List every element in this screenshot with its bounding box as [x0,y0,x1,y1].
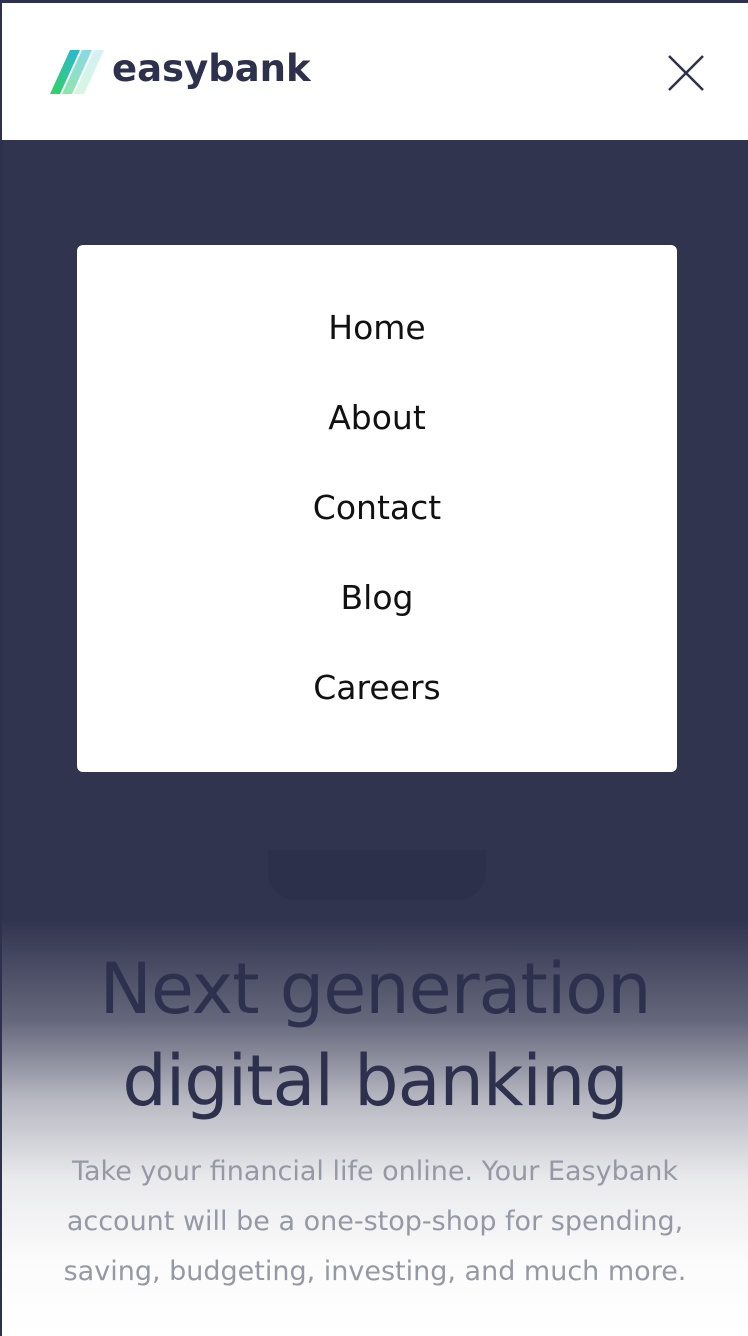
hero-title-line2: digital banking [122,1040,628,1122]
phone-mockup-shadow [268,850,486,900]
nav-item-contact[interactable]: Contact [77,481,677,571]
hero-title: Next generation digital banking [2,943,748,1127]
nav-item-careers[interactable]: Careers [77,661,677,751]
nav-item-home[interactable]: Home [77,301,677,391]
hero-title-line1: Next generation [99,948,651,1030]
nav-item-about[interactable]: About [77,391,677,481]
mobile-nav-menu: Home About Contact Blog Careers [77,245,677,772]
brand-name: easybank [112,47,311,90]
hero-description: Take your financial life online. Your Ea… [63,1156,687,1287]
nav-item-blog[interactable]: Blog [77,571,677,661]
logo-mark-icon [50,50,104,94]
brand-logo[interactable]: easybank [50,47,311,94]
site-header: easybank [2,3,748,140]
hero-section: Next generation digital banking Take you… [2,943,748,1297]
close-icon [668,55,704,91]
app-frame: easybank Next generation digital banking… [0,0,748,1336]
close-menu-button[interactable] [664,51,708,95]
